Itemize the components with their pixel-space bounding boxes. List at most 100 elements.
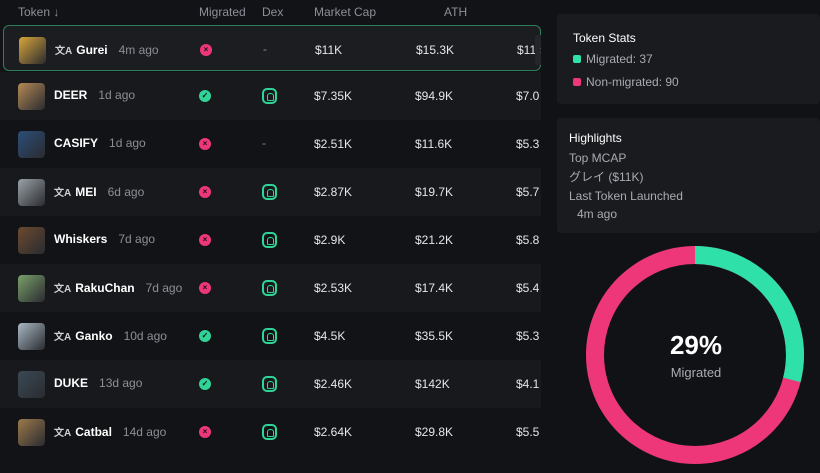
token-name-cell[interactable]: 文A Ganko 10d ago [54, 328, 167, 344]
highlights-title: Highlights [569, 131, 622, 145]
dex-icon[interactable] [262, 328, 277, 344]
token-age: 7d ago [145, 280, 183, 295]
dex-icon[interactable] [262, 376, 277, 392]
token-name-cell[interactable]: 文A MEI 6d ago [54, 184, 145, 200]
migrated-check-icon: ✓ [199, 90, 211, 102]
market-cap-value: $4.5K [314, 329, 346, 343]
token-table: Token ↓ Migrated Dex Market Cap ATH 文A Gu… [0, 0, 541, 473]
legend-migrated: Migrated: 37 [573, 52, 653, 66]
token-age: 6d ago [107, 184, 145, 199]
header-migrated[interactable]: Migrated [199, 5, 246, 19]
token-name[interactable]: DEER [54, 88, 87, 102]
expand-panel-chevron-icon[interactable]: › [535, 35, 541, 65]
ath-value: $17.4K [415, 281, 454, 295]
ath-value: $11.6K [415, 137, 453, 151]
token-age: 1d ago [98, 88, 136, 102]
token-avatar[interactable] [18, 275, 45, 302]
migrated-percent: 29% [669, 330, 723, 360]
market-cap-value: $7.35K [314, 89, 353, 103]
token-avatar[interactable] [18, 179, 45, 206]
token-age: 1d ago [109, 136, 146, 150]
not-migrated-x-icon: × [199, 234, 211, 246]
market-cap-value: $11K [315, 43, 343, 57]
header-market-cap[interactable]: Market Cap [314, 5, 376, 19]
token-avatar[interactable] [18, 323, 45, 350]
token-name[interactable]: DUKE [54, 376, 88, 390]
table-row[interactable]: CASIFY 1d ago × - $2.51K $11.6K $5.3 [0, 120, 541, 168]
table-row[interactable]: 文A Catbal 14d ago × $2.64K $29.8K $5.5 [0, 408, 541, 456]
dex-icon[interactable] [262, 280, 277, 296]
ath-value: $15.3K [416, 43, 455, 57]
extra-value: $4.1 [516, 377, 540, 391]
not-migrated-x-icon: × [199, 282, 211, 294]
extra-value: $5.8 [516, 233, 540, 247]
extra-value: $5.3 [516, 137, 540, 151]
market-cap-value: $2.53K [314, 281, 353, 295]
token-name[interactable]: CASIFY [54, 136, 98, 150]
token-age: 7d ago [118, 232, 156, 246]
token-name[interactable]: Gurei [76, 43, 107, 57]
token-avatar[interactable] [18, 227, 45, 254]
last-launched-label: Last Token Launched [569, 189, 683, 203]
table-row[interactable]: DUKE 13d ago ✓ $2.46K $142K $4.1 [0, 360, 541, 408]
market-cap-value: $2.46K [314, 377, 353, 391]
token-name-cell[interactable]: 文A Catbal 14d ago [54, 424, 167, 440]
last-launched-value: 4m ago [577, 207, 618, 221]
market-cap-value: $2.51K [314, 137, 353, 151]
extra-value: $5.4 [516, 281, 540, 295]
table-header: Token ↓ Migrated Dex Market Cap ATH [0, 0, 541, 24]
dex-icon[interactable] [262, 88, 277, 104]
token-name[interactable]: Whiskers [54, 232, 107, 246]
legend-migrated-label: Migrated: 37 [586, 52, 653, 66]
token-name-cell[interactable]: CASIFY 1d ago [54, 136, 146, 150]
table-row[interactable]: 文A RakuChan 7d ago × $2.53K $17.4K $5.4 [0, 264, 541, 312]
token-stats-card: Token Stats Migrated: 37 Non-migrated: 9… [557, 14, 820, 104]
token-name-cell[interactable]: DUKE 13d ago [54, 376, 142, 390]
dex-none-dash: - [262, 136, 266, 150]
token-avatar[interactable] [18, 83, 45, 110]
token-avatar[interactable] [18, 131, 45, 158]
top-mcap-label: Top MCAP [569, 151, 627, 165]
token-name[interactable]: Ganko [75, 329, 112, 343]
token-name[interactable]: RakuChan [75, 281, 134, 295]
migrated-check-icon: ✓ [199, 378, 211, 390]
ath-value: $142K [415, 377, 450, 391]
token-avatar[interactable] [19, 37, 46, 64]
header-dex[interactable]: Dex [262, 5, 283, 19]
token-age: 14d ago [122, 424, 167, 439]
dex-icon[interactable] [262, 184, 277, 200]
top-mcap-value: グレイ ($11K) [569, 170, 644, 184]
token-name-cell[interactable]: 文A Gurei 4m ago [55, 42, 159, 58]
not-migrated-x-icon: × [199, 426, 211, 438]
header-ath[interactable]: ATH [444, 5, 467, 19]
highlights-card: Highlights Top MCAP グレイ ($11K) Last Toke… [557, 118, 820, 233]
translate-icon: 文A [54, 428, 72, 439]
translate-icon: 文A [54, 188, 72, 199]
token-avatar[interactable] [18, 371, 45, 398]
table-row[interactable]: 文A Ganko 10d ago ✓ $4.5K $35.5K $5.3 [0, 312, 541, 360]
table-row[interactable]: Whiskers 7d ago × $2.9K $21.2K $5.8 [0, 216, 541, 264]
extra-value: $5.3 [516, 329, 540, 343]
non-migrated-swatch-icon [573, 78, 581, 86]
extra-value: $5.7 [516, 185, 540, 199]
token-name-cell[interactable]: DEER 1d ago [54, 88, 135, 102]
market-cap-value: $2.9K [314, 233, 346, 247]
token-name[interactable]: MEI [75, 185, 96, 199]
dex-icon[interactable] [262, 424, 277, 440]
ath-value: $29.8K [415, 425, 454, 439]
table-row[interactable]: 文A Gurei 4m ago × - $11K $15.3K $11. [3, 25, 541, 71]
extra-value: $5.5 [516, 425, 540, 439]
token-age: 4m ago [118, 42, 159, 57]
token-avatar[interactable] [18, 419, 45, 446]
not-migrated-x-icon: × [200, 44, 212, 56]
token-name-cell[interactable]: 文A RakuChan 7d ago [54, 280, 183, 296]
translate-icon: 文A [55, 46, 73, 57]
table-row[interactable]: DEER 1d ago ✓ $7.35K $94.9K $7.0 [0, 72, 541, 120]
legend-non-migrated-label: Non-migrated: 90 [586, 75, 679, 89]
token-name[interactable]: Catbal [75, 425, 112, 439]
token-name-cell[interactable]: Whiskers 7d ago [54, 232, 155, 246]
header-token-sort[interactable]: Token ↓ [18, 5, 59, 19]
dex-icon[interactable] [262, 232, 277, 248]
table-row[interactable]: 文A MEI 6d ago × $2.87K $19.7K $5.7 [0, 168, 541, 216]
token-age: 13d ago [99, 376, 143, 390]
